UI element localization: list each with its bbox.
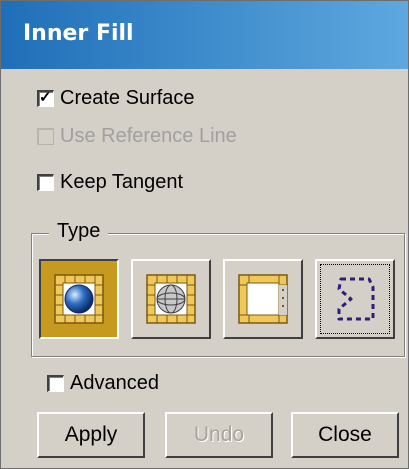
keep-tangent-checkbox[interactable]: Keep Tangent	[37, 171, 183, 194]
dashed-boundary-icon	[337, 277, 375, 321]
undo-button[interactable]: Undo	[165, 412, 273, 458]
grid-filled-sphere-icon	[54, 274, 104, 324]
checkbox-box[interactable]	[37, 174, 54, 191]
title-bar: Inner Fill	[1, 1, 408, 69]
use-reference-line-checkbox[interactable]: Use Reference Line	[37, 125, 237, 148]
type-group-label: Type	[49, 220, 109, 243]
apply-button[interactable]: Apply	[37, 412, 145, 458]
use-reference-line-label: Use Reference Line	[60, 125, 237, 147]
grid-wire-sphere-icon	[146, 274, 196, 324]
checkbox-box[interactable]	[47, 375, 64, 392]
keep-tangent-label: Keep Tangent	[60, 171, 184, 193]
type-button-open-boundary[interactable]	[223, 259, 303, 339]
type-button-wire-sphere[interactable]	[131, 259, 211, 339]
type-button-filled-sphere[interactable]	[39, 259, 119, 339]
close-button[interactable]: Close	[291, 412, 399, 458]
checkbox-box[interactable]: ✓	[37, 89, 54, 107]
inner-fill-dialog: Inner Fill ✓ Create Surface Use Referenc…	[0, 0, 409, 469]
dialog-title: Inner Fill	[23, 21, 134, 46]
checkbox-box[interactable]	[37, 128, 54, 145]
check-mark-icon: ✓	[39, 89, 52, 106]
advanced-label: Advanced	[70, 372, 159, 394]
create-surface-label: Create Surface	[60, 87, 195, 109]
create-surface-checkbox[interactable]: ✓ Create Surface	[37, 87, 195, 110]
grid-open-boundary-icon	[238, 274, 288, 324]
advanced-checkbox[interactable]: Advanced	[47, 372, 159, 395]
type-button-dashed-boundary[interactable]	[315, 259, 395, 339]
